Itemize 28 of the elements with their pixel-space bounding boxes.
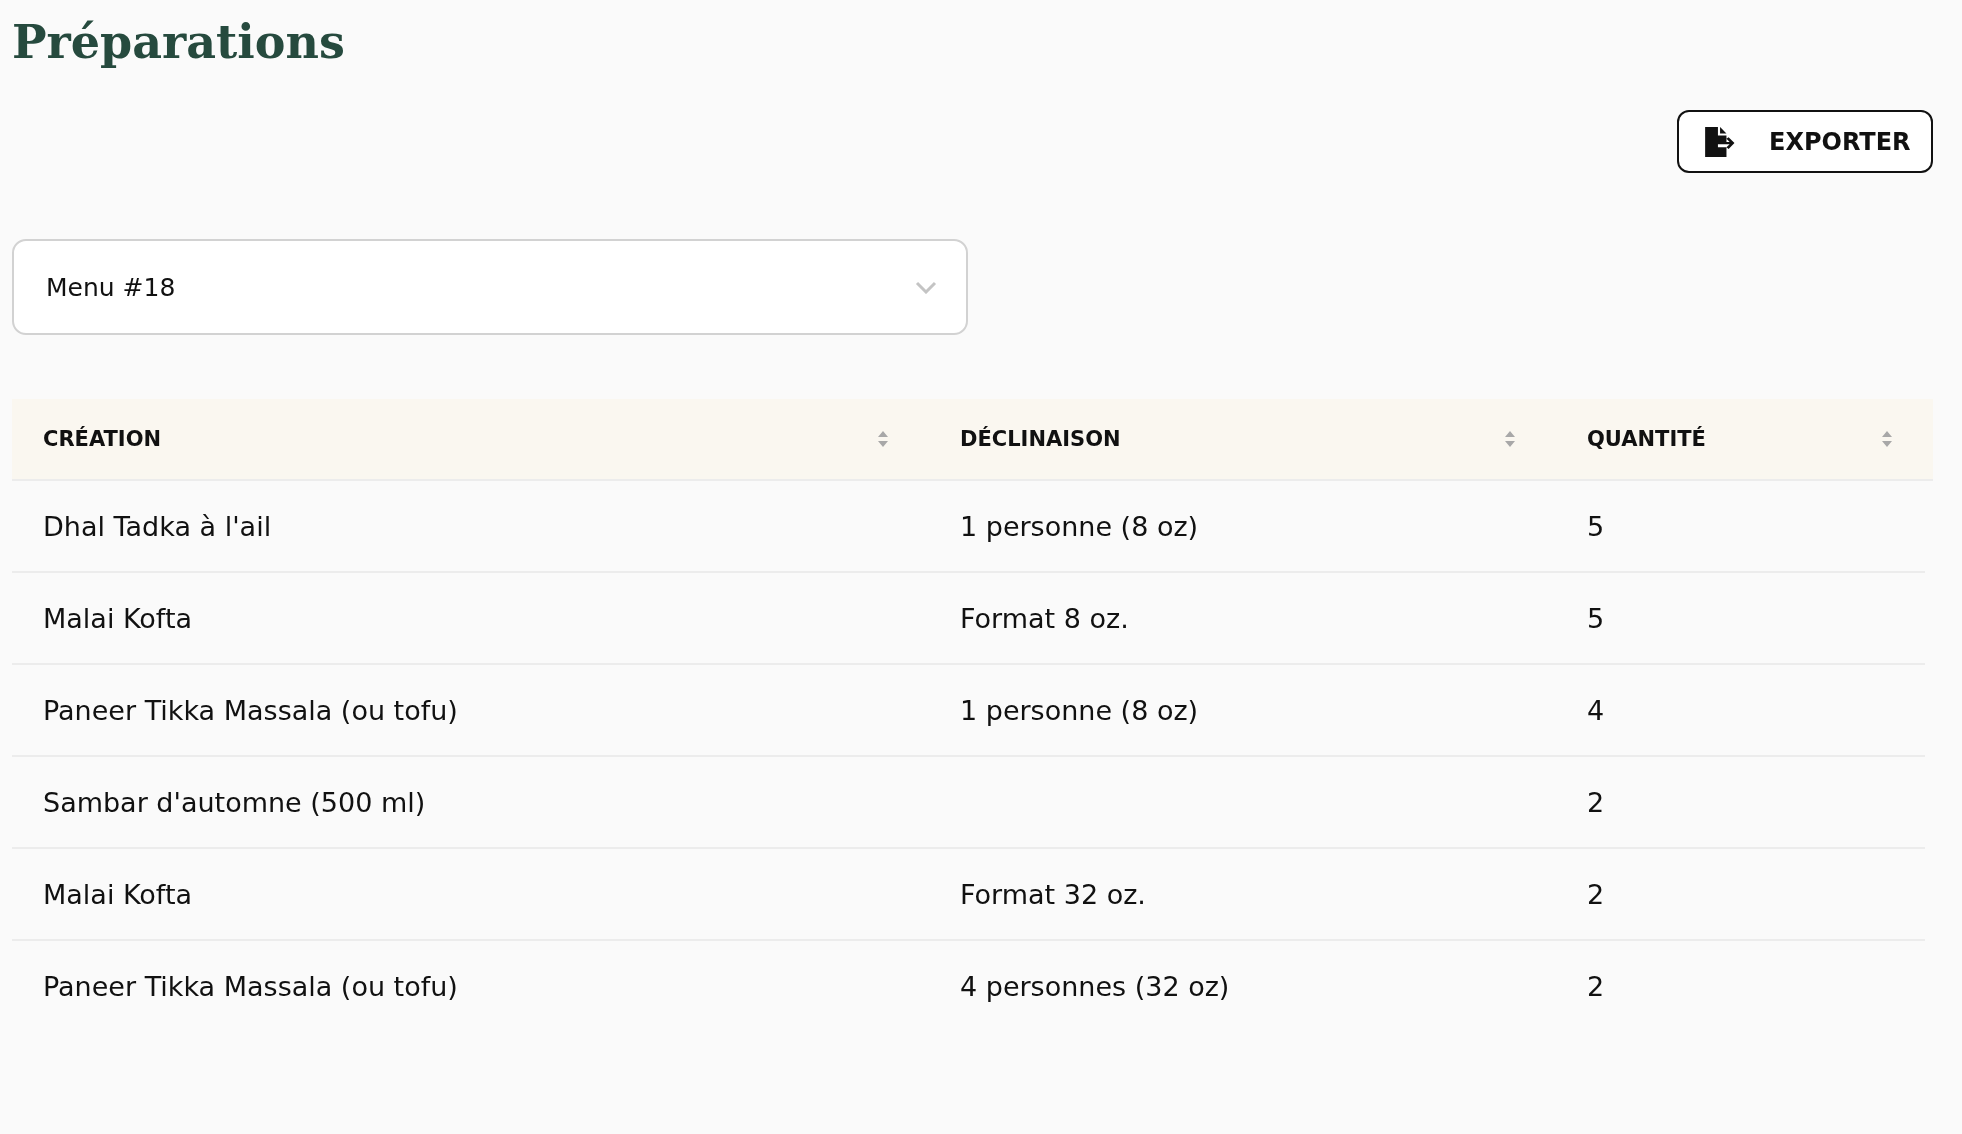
sort-icon: [877, 430, 889, 448]
table-cell-text: 5: [1586, 509, 1606, 544]
page-title: Préparations: [12, 14, 346, 71]
column-header[interactable]: DÉCLINAISON: [929, 399, 1556, 479]
table-cell-text: 4 personnes (32 oz): [959, 969, 1231, 1004]
file-export-icon: [1703, 125, 1735, 158]
table-cell-text: 4: [1586, 693, 1606, 728]
column-header[interactable]: CRÉATION: [12, 399, 929, 479]
sort-icon: [1881, 430, 1893, 448]
table-cell-text: Format 8 oz.: [959, 601, 1130, 636]
table-cell-text: Malai Kofta: [42, 877, 193, 912]
table-cell-text: 2: [1586, 969, 1606, 1004]
table-cell-text: Paneer Tikka Massala (ou tofu): [42, 969, 459, 1004]
menu-select[interactable]: Menu #18: [12, 239, 968, 335]
export-button[interactable]: EXPORTER: [1677, 110, 1933, 173]
table-cell-text: 5: [1586, 601, 1606, 636]
table-cell-text: Dhal Tadka à l'ail: [42, 509, 273, 544]
chevron-down-icon: [915, 280, 937, 294]
table-cell-text: 1 personne (8 oz): [959, 693, 1200, 728]
table-cell-text: Malai Kofta: [42, 601, 193, 636]
table-cell-text: 1 personne (8 oz): [959, 509, 1200, 544]
table-cell-text: Sambar d'automne (500 ml): [42, 785, 427, 820]
table-cell-text: Format 32 oz.: [959, 877, 1147, 912]
table-cell-text: Paneer Tikka Massala (ou tofu): [42, 693, 459, 728]
table-cell-text: 2: [1586, 877, 1606, 912]
table-cell-text: 2: [1586, 785, 1606, 820]
column-header[interactable]: QUANTITÉ: [1556, 399, 1933, 479]
sort-icon: [1504, 430, 1516, 448]
